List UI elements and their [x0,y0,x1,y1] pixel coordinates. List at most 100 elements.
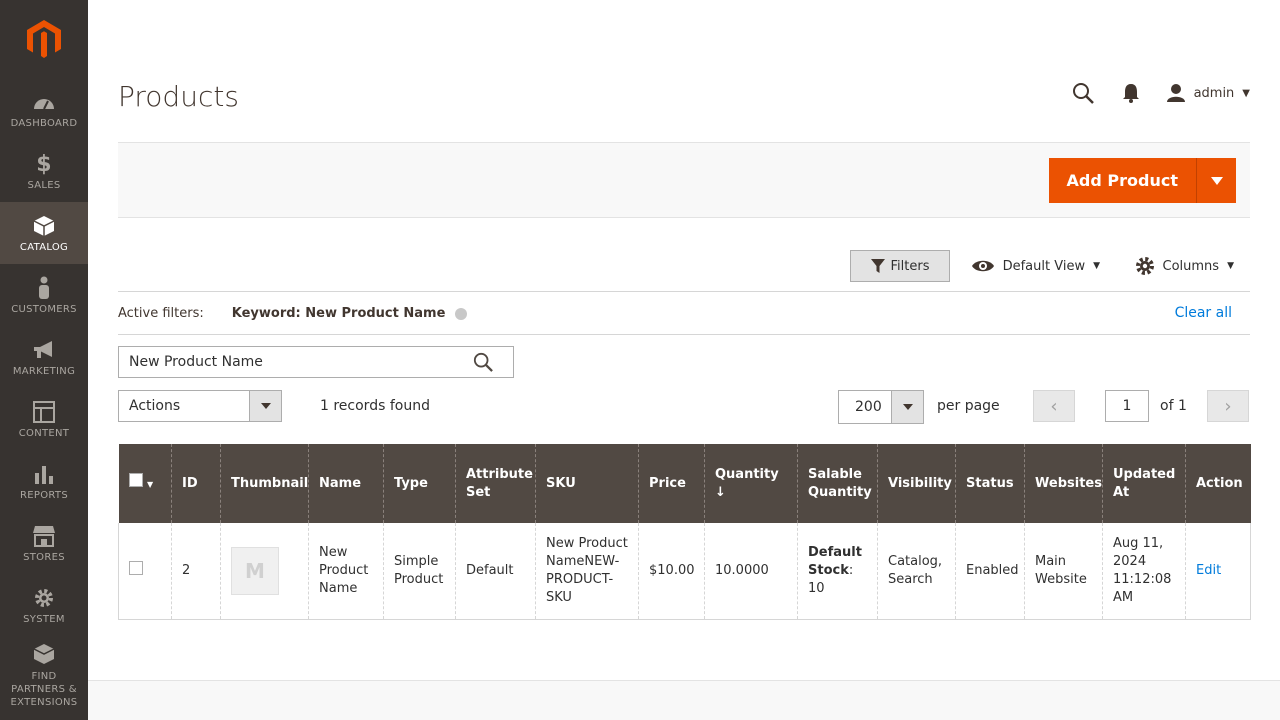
products-grid: ▼ ID Thumbnail Name Type Attribute Set S… [118,444,1251,620]
nav-label: CATALOG [19,242,69,253]
search-icon[interactable] [1070,80,1096,106]
nav-label: CONTENT [18,428,70,439]
page-number-input[interactable]: 1 [1105,390,1149,422]
add-product-split-button: Add Product [1048,158,1236,203]
column-header-action: Action [1185,444,1251,523]
previous-page-button[interactable]: ‹ [1033,390,1075,422]
page-actions-bar: Add Product [118,142,1250,218]
nav-partners[interactable]: FIND PARTNERS & EXTENSIONS [0,636,88,714]
magento-logo-icon [27,20,61,58]
nav-reports[interactable]: REPORTS [0,450,88,512]
column-header-quantity[interactable]: Quantity ↓ [704,444,798,523]
select-all-checkbox[interactable] [128,473,143,487]
column-header-visibility[interactable]: Visibility [877,444,956,523]
cell-price: $10.00 [638,523,705,620]
nav-content[interactable]: CONTENT [0,388,88,450]
nav-customers[interactable]: CUSTOMERS [0,264,88,326]
nav-dashboard[interactable]: DASHBOARD [0,78,88,140]
nav-label: STORES [23,552,65,563]
salable-stock-label: Default Stock [808,544,862,578]
cell-status: Enabled [955,523,1025,620]
nav-stores[interactable]: STORES [0,512,88,574]
mass-actions-dropdown[interactable]: Actions [118,390,282,422]
clear-all-link[interactable]: Clear all [1175,305,1232,321]
total-pages: of 1 [1160,398,1187,414]
admin-sidebar: DASHBOARD $ SALES CATALOG CUSTOMERS MARK… [0,0,88,720]
column-header-status[interactable]: Status [955,444,1025,523]
nav-label: CUSTOMERS [11,304,77,315]
select-all-header[interactable]: ▼ [118,444,172,523]
per-page-label: per page [937,398,1000,414]
caret-down-icon [1210,176,1223,185]
user-icon [1166,84,1185,102]
next-page-button[interactable]: › [1207,390,1249,422]
product-thumbnail[interactable]: M [231,546,279,595]
nav-label: MARKETING [12,366,76,377]
nav-marketing[interactable]: MARKETING [0,326,88,388]
nav-label: SYSTEM [23,614,65,625]
per-page-select[interactable]: 200 [838,390,924,424]
column-header-websites[interactable]: Websites [1024,444,1103,523]
filters-button[interactable]: Filters [850,250,950,282]
column-header-attribute-set[interactable]: Attribute Set [455,444,536,523]
column-header-id[interactable]: ID [171,444,221,523]
chevron-down-icon[interactable]: ▼ [147,480,153,489]
column-header-name[interactable]: Name [308,444,384,523]
column-header-thumbnail: Thumbnail [220,444,309,523]
default-view-dropdown[interactable]: Default View ▼ [971,250,1100,282]
nav-catalog[interactable]: CATALOG [0,202,88,264]
grid-header-row: ▼ ID Thumbnail Name Type Attribute Set S… [118,444,1251,523]
active-filters-label: Active filters: [118,306,204,321]
grid-toolbar: Filters Default View ▼ Columns ▼ [118,246,1250,292]
gear-icon [31,585,57,611]
layout-icon [31,399,57,425]
nav-sales[interactable]: $ SALES [0,140,88,202]
cell-quantity: 10.0000 [704,523,798,620]
notifications-bell-icon[interactable] [1118,80,1144,106]
filters-label: Filters [890,258,930,274]
column-header-price[interactable]: Price [638,444,705,523]
keyword-search-input[interactable]: New Product Name [118,346,514,378]
columns-dropdown[interactable]: Columns ▼ [1135,250,1234,282]
caret-down-icon [891,391,923,423]
person-icon [31,275,57,301]
eye-icon [971,260,994,272]
cell-visibility: Catalog, Search [877,523,956,620]
sort-arrow-icon: ↓ [715,484,726,500]
table-row: 2 M New Product Name Simple Product Defa… [118,523,1251,620]
row-checkbox[interactable] [129,560,143,575]
row-select-cell [118,523,172,620]
dashboard-icon [31,89,57,115]
columns-label: Columns [1162,258,1220,274]
cell-sku: New Product NameNEW-PRODUCT-SKU [535,523,639,620]
chevron-right-icon: › [1224,395,1232,417]
nav-label: FIND PARTNERS & EXTENSIONS [10,671,78,708]
nav-label: SALES [27,180,61,191]
active-filter-text: Keyword: New Product Name [231,306,446,321]
remove-filter-icon[interactable] [455,307,468,320]
nav-system[interactable]: SYSTEM [0,574,88,636]
magento-logo[interactable] [0,0,88,78]
megaphone-icon [31,337,57,363]
dollar-icon: $ [36,151,52,177]
admin-user-menu[interactable]: admin ▼ [1166,83,1250,103]
add-product-type-toggle[interactable] [1196,158,1236,203]
cell-attribute-set: Default [455,523,536,620]
active-filter-chip: Keyword: New Product Name [232,306,468,321]
column-header-sku[interactable]: SKU [535,444,639,523]
cell-updated-at: Aug 11, 2024 11:12:08 AM [1102,523,1186,620]
search-value: New Product Name [129,354,263,370]
chevron-down-icon: ▼ [1227,261,1234,271]
column-header-updated-at[interactable]: Updated At [1102,444,1186,523]
page-title: Products [118,80,239,113]
nav-label: DASHBOARD [10,118,78,129]
search-icon[interactable] [473,352,493,376]
cell-websites: Main Website [1024,523,1103,620]
box-icon [31,641,57,667]
cell-name: New Product Name [308,523,384,620]
chevron-down-icon: ▼ [1093,261,1100,271]
cell-thumbnail: M [220,523,309,620]
add-product-button[interactable]: Add Product [1048,158,1196,203]
column-header-type[interactable]: Type [383,444,456,523]
edit-link[interactable]: Edit [1196,563,1221,578]
